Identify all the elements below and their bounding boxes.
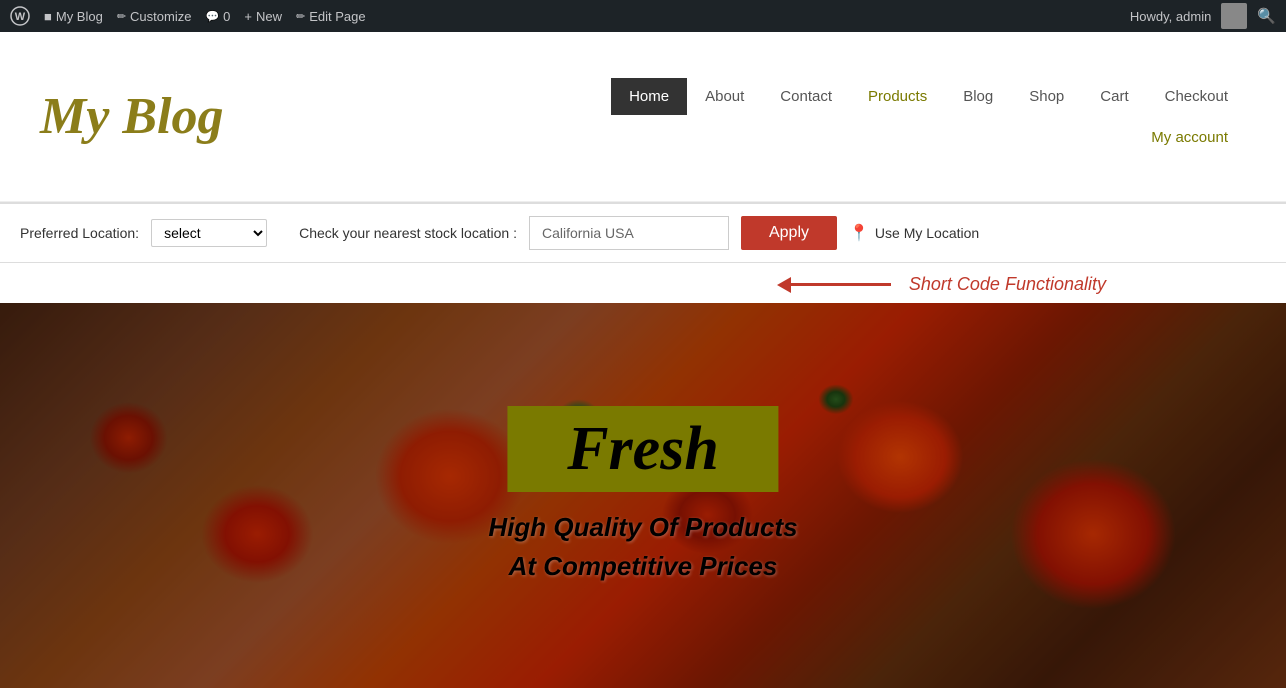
annotation-bar: Short Code Functionality [0,263,1286,303]
new-label: New [256,9,282,24]
location-pin-icon: 📍 [849,223,869,243]
check-nearest-label: Check your nearest stock location : [299,225,517,241]
hero-content: Fresh High Quality Of Products At Compet… [488,406,797,586]
arrow-shaft [791,283,891,286]
blog-name-admin: My Blog [56,9,103,24]
nav-item-myaccount[interactable]: My account [1133,119,1246,156]
nav-item-blog[interactable]: Blog [945,78,1011,115]
location-bar: Preferred Location: select New York Los … [0,203,1286,263]
nav-item-checkout[interactable]: Checkout [1147,78,1246,115]
search-icon[interactable]: 🔍 [1257,7,1276,25]
preferred-location-select[interactable]: select New York Los Angeles Chicago Hous… [151,219,267,247]
fresh-text: Fresh [567,415,719,483]
nav-item-cart[interactable]: Cart [1082,78,1146,115]
howdy-text: Howdy, admin [1130,9,1211,24]
customize-label: Customize [130,9,191,24]
site-header: My Blog Home About Contact Products Blog… [0,32,1286,202]
nav-item-about[interactable]: About [687,78,762,115]
wordpress-icon: W [10,6,30,26]
fresh-box: Fresh [507,406,779,492]
svg-text:W: W [15,11,26,23]
admin-bar: W ■ My Blog ✏ Customize 💬 0 + New ✏ Edit… [0,0,1286,32]
main-nav: Home About Contact Products Blog Shop Ca… [498,78,1246,156]
edit-page-link[interactable]: ✏ Edit Page [296,9,366,24]
use-my-location[interactable]: 📍 Use My Location [849,223,979,243]
annotation-text: Short Code Functionality [909,274,1106,295]
nav-item-home[interactable]: Home [611,78,687,115]
preferred-location-label: Preferred Location: [20,225,139,241]
customize-link[interactable]: ✏ Customize [117,9,192,24]
hero-subtitle-line2: At Competitive Prices [488,547,797,586]
new-link[interactable]: + New [244,9,282,24]
arrow-head-icon [777,277,791,293]
site-logo[interactable]: My Blog [40,91,223,143]
hero-subtitle-line1: High Quality Of Products [488,508,797,547]
use-location-label: Use My Location [875,225,979,241]
shortcode-annotation: Short Code Functionality [777,274,1106,295]
nav-item-contact[interactable]: Contact [762,78,850,115]
hero-section: Fresh High Quality Of Products At Compet… [0,303,1286,688]
location-input[interactable] [529,216,729,250]
my-blog-admin-link[interactable]: ■ My Blog [44,9,103,24]
nav-item-shop[interactable]: Shop [1011,78,1082,115]
arrow-line [777,277,891,293]
hero-subtitle: High Quality Of Products At Competitive … [488,508,797,586]
wp-logo-item[interactable]: W [10,6,30,26]
nav-row-1: Home About Contact Products Blog Shop Ca… [498,78,1246,115]
nav-row-2: My account [498,119,1246,156]
comments-link[interactable]: 💬 0 [205,9,230,24]
edit-page-label: Edit Page [309,9,365,24]
nav-item-products[interactable]: Products [850,78,945,115]
comments-count: 0 [223,9,230,24]
admin-avatar[interactable] [1221,3,1247,29]
apply-button[interactable]: Apply [741,216,837,250]
